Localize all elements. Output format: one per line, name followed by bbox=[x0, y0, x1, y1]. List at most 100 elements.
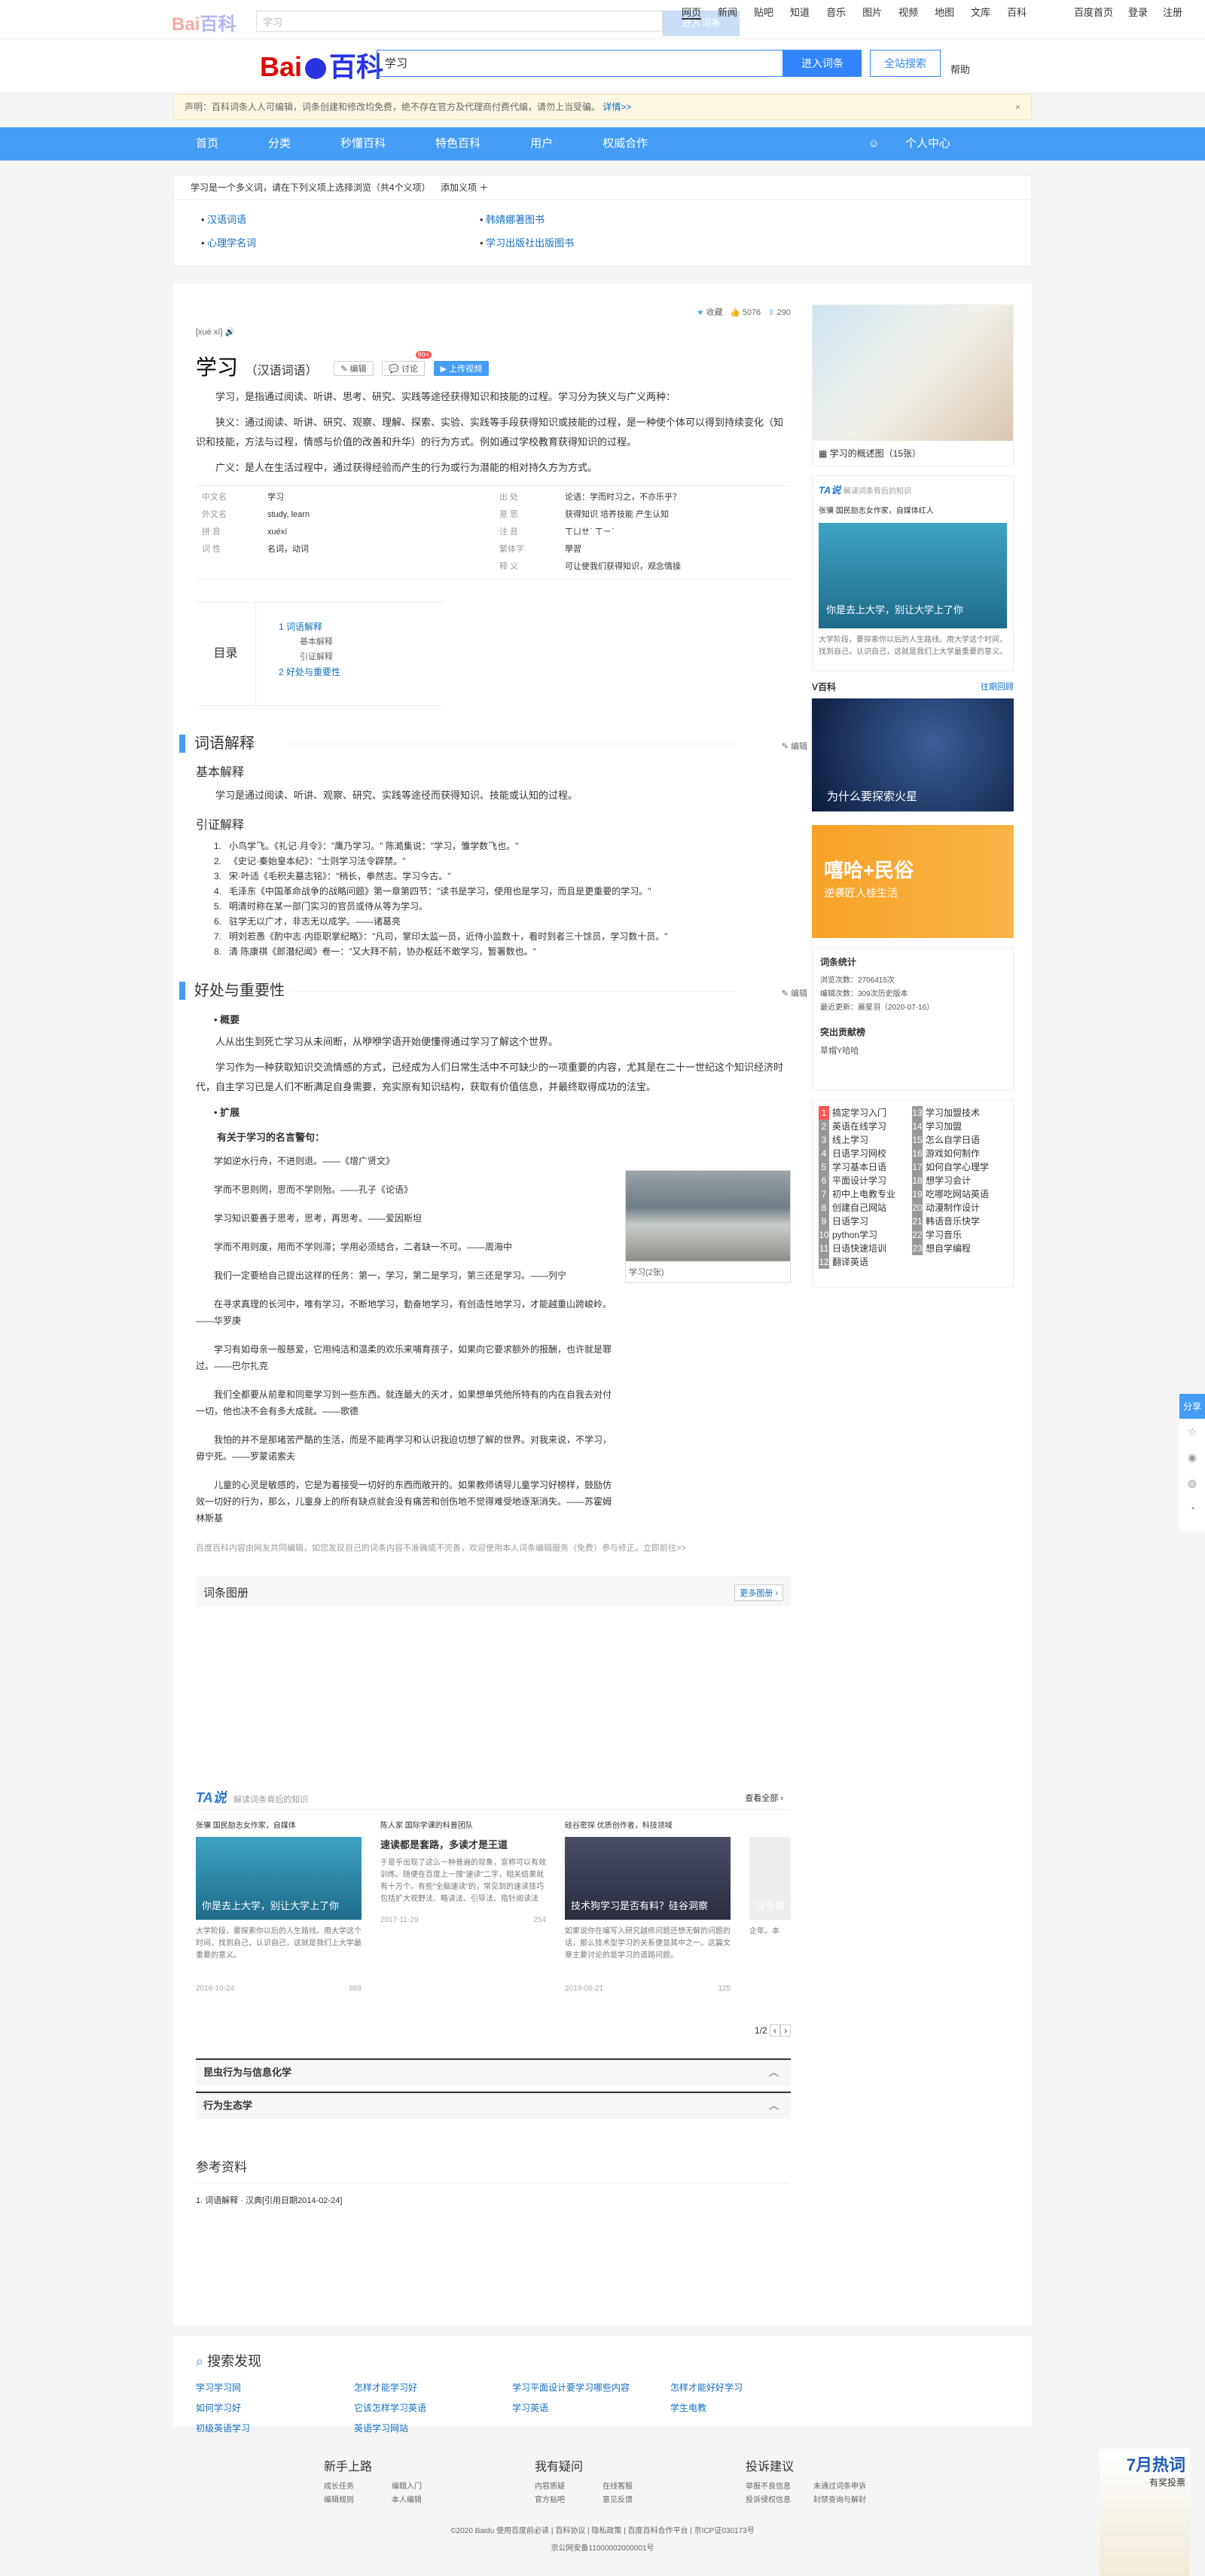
discover-link[interactable]: 怎样才能学习好 bbox=[354, 2381, 512, 2394]
toc-item[interactable]: 引证解释 bbox=[279, 649, 340, 665]
thumb-icon[interactable]: 👍 bbox=[730, 308, 740, 317]
qq-icon[interactable]: ◔ bbox=[1179, 1496, 1205, 1521]
rank-item[interactable]: 5 学习基本日语 17 如何自学心理学 bbox=[819, 1160, 1007, 1174]
nav-item[interactable]: 权威合作 bbox=[580, 127, 670, 160]
rank-entry[interactable]: 7 初中上电教专业 bbox=[819, 1187, 912, 1201]
footer-link[interactable]: 成长任务 bbox=[324, 2480, 392, 2494]
related-entry[interactable]: 行为生态学 ︿ bbox=[196, 2092, 791, 2119]
rank-entry[interactable]: 3 线上学习 bbox=[819, 1133, 912, 1147]
toc-item[interactable]: 2 好处与重要性 bbox=[279, 665, 340, 680]
polysemy-link[interactable]: 汉语词语 bbox=[207, 214, 246, 225]
footer-link[interactable]: 内容质疑 bbox=[535, 2480, 602, 2494]
related-entry[interactable]: 昆虫行为与信息化学 ︿ bbox=[196, 2058, 791, 2086]
rank-entry[interactable]: 8 创建自己网站 bbox=[819, 1201, 912, 1215]
nav-item[interactable]: 用户 bbox=[508, 127, 575, 160]
rank-item[interactable]: 11 日语快速培训 23 想自学编程 bbox=[819, 1242, 1007, 1255]
baike-logo[interactable]: Bai 百科 bbox=[260, 45, 383, 84]
tashuo-card[interactable]: 张骥 国民励志女作家，自媒体 你是去上大学，别让大学上了你 大学阶段，要探索你以后的… bbox=[196, 1819, 362, 2015]
top-nav-item[interactable]: 视频 bbox=[898, 7, 918, 18]
share-icon[interactable]: ⇪ bbox=[767, 308, 774, 317]
section-edit-link[interactable]: ✎ 编辑 bbox=[782, 985, 807, 1003]
polysemy-item[interactable]: • 学习出版社出版图书 bbox=[480, 235, 758, 249]
top-right-link[interactable]: 注册 bbox=[1163, 7, 1182, 18]
help-link[interactable]: 帮助 bbox=[950, 62, 970, 76]
main-search-input[interactable]: 学习 bbox=[377, 50, 783, 77]
tashuo-more-link[interactable]: 查看全部 › bbox=[745, 1792, 783, 1804]
collect-label[interactable]: 收藏 bbox=[706, 308, 723, 317]
footer-link[interactable]: 意见反馈 bbox=[602, 2494, 670, 2507]
more-album-button[interactable]: 更多图册 › bbox=[734, 1584, 783, 1601]
polysemy-item[interactable]: • 心理学名词 bbox=[201, 235, 480, 249]
enter-entry-button[interactable]: 进入词条 bbox=[783, 50, 862, 77]
rank-item[interactable]: 1 搞定学习入门 13 学习加盟技术 bbox=[819, 1106, 1007, 1120]
rank-entry[interactable]: 23 想自学编程 bbox=[912, 1242, 1005, 1255]
top-nav-item[interactable]: 文库 bbox=[971, 7, 990, 18]
rank-item[interactable]: 7 初中上电教专业 19 吃哪吃网站英语 bbox=[819, 1187, 1007, 1201]
discover-link[interactable]: 学习平面设计要学习哪些内容 bbox=[512, 2381, 670, 2394]
nav-item[interactable]: 秒懂百科 bbox=[318, 127, 408, 160]
reference-item[interactable]: 1. 词语解释 · 汉典[引用日期2014-02-24] bbox=[196, 2183, 791, 2206]
rank-item[interactable]: 2 英语在线学习 14 学习加盟 bbox=[819, 1120, 1007, 1133]
rank-entry[interactable]: 21 韩语音乐快学 bbox=[912, 1215, 1005, 1228]
summary-gallery[interactable]: ▦ 学习的概述图（15张） bbox=[812, 304, 1014, 466]
promo-banner[interactable]: 嘻哈+民俗 逆袭匠人桂生活 bbox=[812, 825, 1014, 938]
speaker-icon[interactable]: 🔊 bbox=[225, 328, 236, 337]
rank-entry[interactable]: 17 如何自学心理学 bbox=[912, 1160, 1005, 1174]
footer-link[interactable]: 官方贴吧 bbox=[535, 2494, 602, 2507]
site-search-button[interactable]: 全站搜索 bbox=[870, 50, 941, 77]
tashuo-card[interactable]: 陈人家 国际学课的科普团队 速读都是套路，多读才是王道 于是乎出现了这么一种普遍的现… bbox=[380, 1819, 546, 2015]
section-edit-link[interactable]: ✎ 编辑 bbox=[782, 738, 807, 756]
rank-entry[interactable]: 13 学习加盟技术 bbox=[912, 1106, 1005, 1120]
footer-link[interactable]: 未通过词条申诉 bbox=[813, 2480, 881, 2494]
rank-entry[interactable]: 5 学习基本日语 bbox=[819, 1160, 912, 1174]
footer-link[interactable]: 在线客服 bbox=[602, 2480, 670, 2494]
discover-link[interactable]: 学习学习网 bbox=[196, 2381, 354, 2394]
polysemy-item[interactable]: • 韩婧娜著图书 bbox=[480, 212, 758, 226]
rank-entry[interactable]: 6 平面设计学习 bbox=[819, 1174, 912, 1187]
card-image[interactable]: 技术狗学习是否有料？硅谷洞察 bbox=[565, 1837, 731, 1920]
top-nav-item[interactable]: 网页 bbox=[682, 7, 702, 20]
footer-link[interactable]: 编辑入门 bbox=[392, 2480, 459, 2494]
rank-entry[interactable]: 14 学习加盟 bbox=[912, 1120, 1005, 1133]
card-image[interactable]: 你是去上大学，别让大学上了你 bbox=[196, 1837, 362, 1920]
rank-entry[interactable]: 19 吃哪吃网站英语 bbox=[912, 1187, 1005, 1201]
top-right-link[interactable]: 百度首页 bbox=[1074, 7, 1113, 18]
baike-logo-small[interactable]: Bai百科 bbox=[172, 9, 236, 35]
top-nav-item[interactable]: 贴吧 bbox=[754, 7, 773, 18]
discover-link[interactable]: 学生电教 bbox=[670, 2401, 828, 2414]
footer-link[interactable]: 举报不良信息 bbox=[746, 2480, 813, 2494]
rank-entry[interactable]: 22 学习音乐 bbox=[912, 1228, 1005, 1242]
discuss-button[interactable]: 💬 讨论 99+ bbox=[382, 351, 432, 376]
top-nav-item[interactable]: 地图 bbox=[935, 7, 954, 18]
wechat-icon[interactable]: ◍ bbox=[1179, 1470, 1205, 1496]
discover-link[interactable]: 初级英语学习 bbox=[196, 2422, 354, 2434]
footer-link[interactable]: 投诉侵权信息 bbox=[746, 2494, 813, 2507]
rank-item[interactable]: 12 翻译英语 bbox=[819, 1255, 1007, 1269]
star-icon[interactable]: ★ bbox=[697, 308, 704, 317]
rank-entry[interactable]: 16 游戏如何制作 bbox=[912, 1147, 1005, 1160]
study-image[interactable]: 学习(2张) bbox=[625, 1170, 791, 1283]
polysemy-link[interactable]: 心理学名词 bbox=[207, 237, 256, 249]
discover-link[interactable]: 它该怎样学习英语 bbox=[354, 2401, 512, 2414]
tashuo-card[interactable]: 硅谷密探 优质创作者，科技领域 技术狗学习是否有料？硅谷洞察 如果说你在编写入研究越… bbox=[565, 1819, 731, 2015]
top-nav-item[interactable]: 百科 bbox=[1007, 7, 1027, 18]
top-search-input[interactable]: 学习 bbox=[256, 11, 663, 32]
toc-item[interactable]: 基本解释 bbox=[279, 634, 340, 649]
polysemy-link[interactable]: 学习出版社出版图书 bbox=[486, 237, 574, 249]
rank-entry[interactable]: 20 动漫制作设计 bbox=[912, 1201, 1005, 1215]
rank-entry[interactable]: 18 想学习会计 bbox=[912, 1174, 1005, 1187]
discover-link[interactable]: 怎样才能好好学习 bbox=[670, 2381, 828, 2394]
rank-item[interactable]: 3 线上学习 15 怎么自学日语 bbox=[819, 1133, 1007, 1147]
rank-entry[interactable]: 11 日语快速培训 bbox=[819, 1242, 912, 1255]
nav-item[interactable]: 分类 bbox=[246, 127, 313, 160]
toc-item[interactable]: 1 词语解释 bbox=[279, 619, 340, 634]
rank-item[interactable]: 10 python学习 22 学习音乐 bbox=[819, 1228, 1007, 1242]
notice-detail-link[interactable]: 详情>> bbox=[602, 102, 631, 112]
vbaike-box[interactable]: V百科 往期回顾 为什么要探索火星 bbox=[812, 680, 1014, 816]
tashuo-pager[interactable]: 1/2 ‹ › bbox=[755, 2024, 791, 2037]
side-tashuo[interactable]: TA说 解读词条背后的知识 张骥 国民励志女作家，自媒体红人 你是去上大学，别让… bbox=[812, 475, 1014, 671]
top-nav-item[interactable]: 知道 bbox=[790, 7, 810, 18]
footer-link[interactable]: 本人编辑 bbox=[392, 2494, 459, 2507]
rank-item[interactable]: 4 日语学习网校 16 游戏如何制作 bbox=[819, 1147, 1007, 1160]
tashuo-card[interactable]: 没有做 企年。本 bbox=[749, 1819, 791, 2015]
